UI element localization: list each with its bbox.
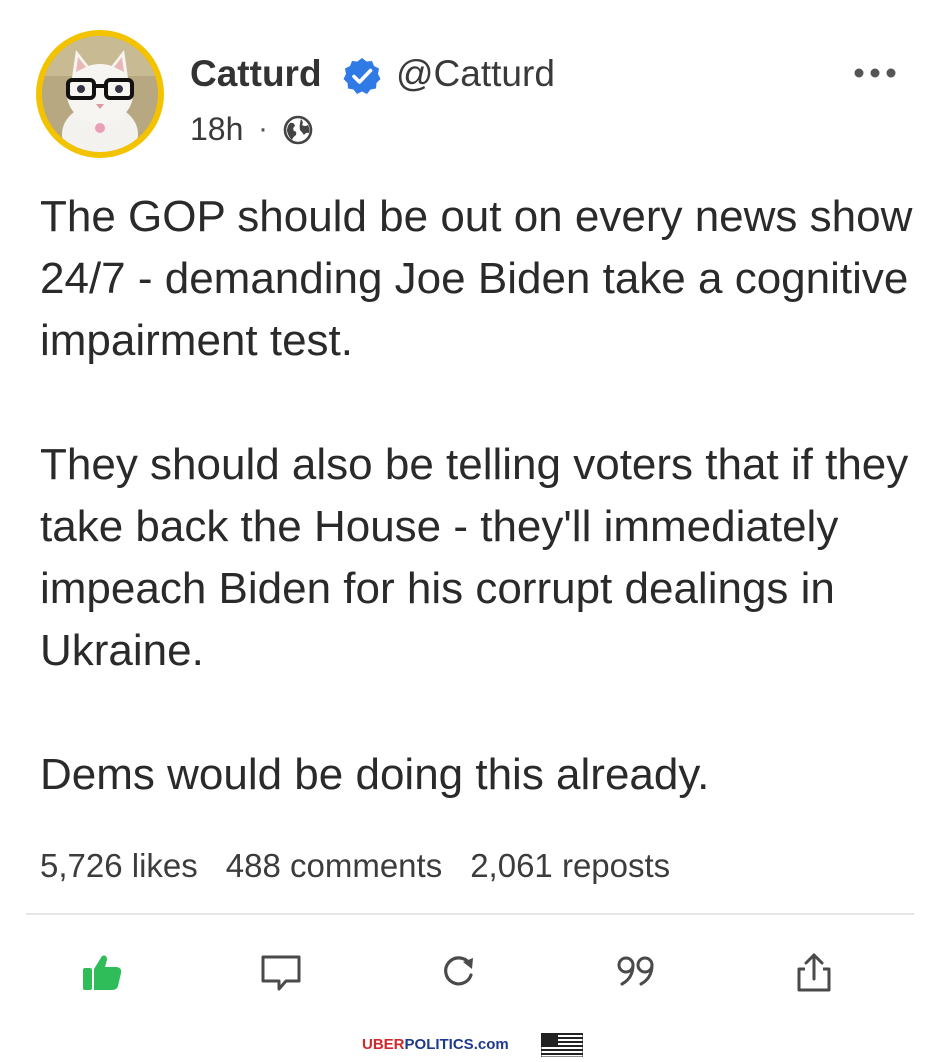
repost-button[interactable]	[434, 950, 482, 998]
likes-count[interactable]: 5,726 likes	[40, 847, 198, 884]
comments-count[interactable]: 488 comments	[226, 847, 442, 884]
quote-button[interactable]	[612, 950, 660, 998]
divider	[26, 913, 914, 915]
comment-icon	[259, 950, 303, 999]
post-paragraph: The GOP should be out on every news show…	[40, 192, 913, 365]
share-button[interactable]	[790, 950, 838, 998]
reposts-count[interactable]: 2,061 reposts	[470, 847, 670, 884]
like-button[interactable]	[78, 950, 126, 998]
watermark-brand-part: POLITICS	[404, 1036, 474, 1053]
quote-icon	[614, 950, 658, 999]
globe-icon	[282, 114, 314, 146]
post-paragraph: Dems would be doing this already.	[40, 750, 710, 799]
author-handle[interactable]: @Catturd	[396, 52, 555, 96]
avatar[interactable]	[36, 30, 164, 158]
post-stats: 5,726 likes 488 comments 2,061 reposts	[40, 846, 698, 886]
post-paragraph: They should also be telling voters that …	[40, 440, 909, 675]
share-icon	[792, 950, 836, 999]
watermark-brand-part: .com	[473, 1036, 509, 1053]
cat-with-glasses-avatar-icon	[42, 36, 158, 152]
watermark-brand: UBERPOLITICS.com	[362, 1035, 509, 1055]
author-display-name[interactable]: Catturd	[190, 52, 322, 96]
watermark-brand-part: UBER	[362, 1036, 405, 1053]
verified-badge-icon	[342, 56, 382, 96]
post-time[interactable]: 18h	[190, 109, 243, 149]
time-separator: ·	[258, 112, 268, 145]
post-body: The GOP should be out on every news show…	[40, 186, 920, 806]
comment-button[interactable]	[257, 950, 305, 998]
more-options-icon[interactable]	[852, 58, 898, 88]
repost-icon	[436, 950, 480, 999]
us-flag-icon	[540, 1032, 584, 1058]
thumbs-up-icon	[80, 950, 124, 999]
